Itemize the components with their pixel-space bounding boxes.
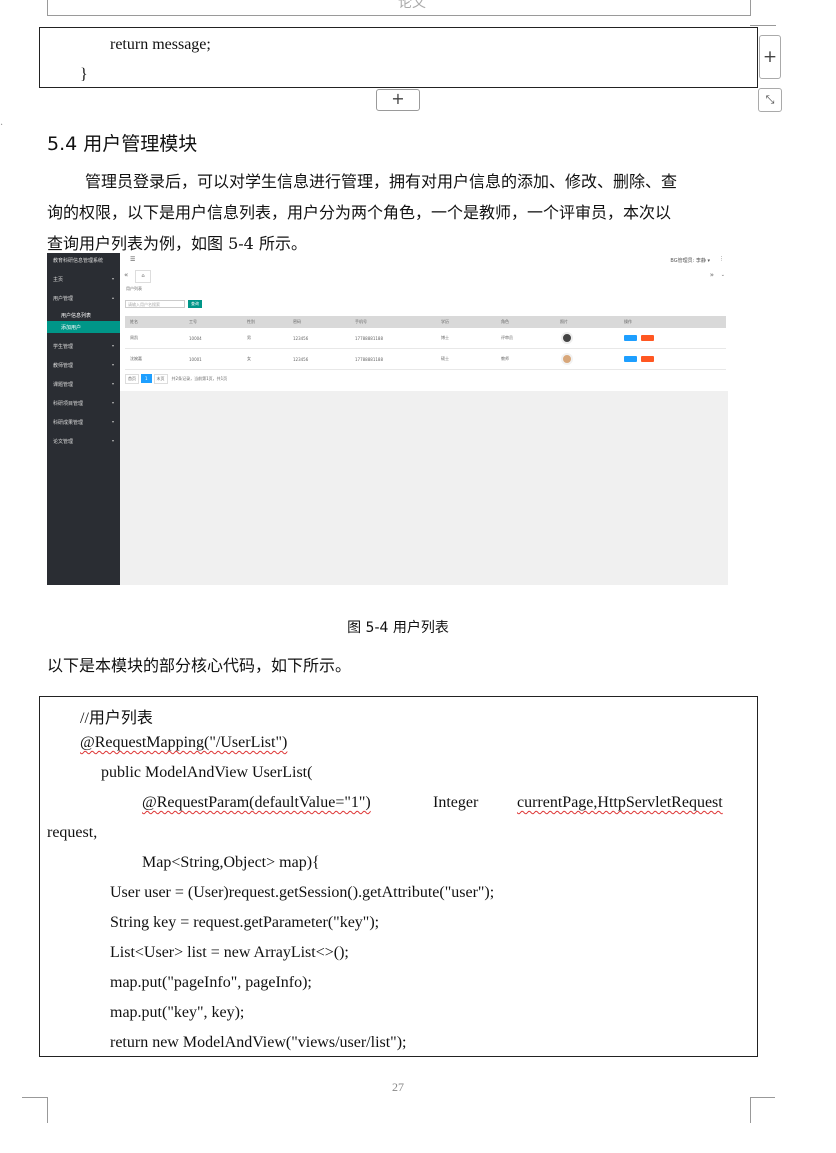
- crop-mark-bottom-left-v: [47, 1097, 48, 1123]
- crop-mark-bottom-left-h: [22, 1097, 47, 1098]
- sidebar-item-papers[interactable]: 论文管理 ▾: [47, 432, 120, 450]
- crop-mark-bottom-right-h: [750, 1097, 775, 1098]
- section-title: 5.4 用户管理模块: [47, 133, 198, 155]
- code-line: String key = request.getParameter("key")…: [110, 914, 380, 931]
- margin-mark: ·: [0, 120, 4, 131]
- sidebar-item-topics[interactable]: 课题管理 ▾: [47, 375, 120, 393]
- header-border-right: [750, 0, 751, 16]
- user-menu[interactable]: BG管理员: 李静 ▾: [670, 257, 710, 264]
- sidebar-item-students[interactable]: 学生管理 ▾: [47, 337, 120, 355]
- pagination: 首页 1 末页 共2条记录，当前第1页，共1页: [125, 373, 228, 384]
- code-line: return new ModelAndView("views/user/list…: [110, 1034, 407, 1051]
- intro-text: 以下是本模块的部分核心代码，如下所示。: [47, 656, 352, 675]
- body-paragraph: 管理员登录后，可以对学生信息进行管理，拥有对用户信息的添加、修改、删除、查 询的…: [47, 166, 757, 259]
- tab-dropdown-icon[interactable]: ⌄: [721, 272, 725, 278]
- code-line: List<User> list = new ArrayList<>();: [110, 944, 349, 961]
- expand-icon[interactable]: ⤡: [758, 88, 782, 112]
- code-line: public ModelAndView UserList(: [101, 764, 313, 781]
- search-input[interactable]: 请输入用户名搜索: [125, 300, 185, 308]
- sidebar: 教育科研信息管理系统 主页 ▾ 用户管理 ▴ 用户信息列表 添加用户 学生管理 ▾ 教…: [47, 253, 120, 585]
- app-title: 教育科研信息管理系统: [53, 258, 104, 264]
- table-row: 沈婉嘉 10001 女 123456 17788881188 硕士 教师: [125, 349, 726, 370]
- menu-icon[interactable]: ☰: [130, 256, 135, 263]
- sidebar-item-results[interactable]: 科研成果管理 ▾: [47, 413, 120, 431]
- code-line: //用户列表: [80, 710, 153, 727]
- page-first-button[interactable]: 首页: [125, 373, 139, 384]
- code-block-top: return message; }: [39, 27, 758, 88]
- table-row: 周凯 10004 男 123456 17788881188 博士 评审员: [125, 328, 726, 349]
- sidebar-item-home[interactable]: 主页 ▾: [47, 270, 120, 288]
- delete-button[interactable]: [641, 335, 654, 341]
- code-line: @RequestParam(defaultValue="1"): [142, 794, 371, 811]
- code-line: map.put("pageInfo", pageInfo);: [110, 974, 312, 991]
- code-line: }: [80, 66, 88, 83]
- code-line: User user = (User)request.getSession().g…: [110, 884, 495, 901]
- avatar: [561, 349, 573, 369]
- breadcrumb: 用户列表: [126, 286, 142, 291]
- header-border-left: [47, 0, 48, 16]
- figure-caption: 图 5-4 用户列表: [347, 620, 449, 636]
- table-header: 姓名 工号 性别 密码 手机号 学历 角色 照片 操作: [125, 316, 726, 328]
- avatar: [561, 328, 573, 348]
- more-icon[interactable]: ⋮: [719, 256, 724, 262]
- crop-mark-top-right: [750, 25, 776, 26]
- page-info: 共2条记录，当前第1页，共1页: [171, 375, 228, 381]
- code-line: return message;: [110, 36, 211, 53]
- page-current[interactable]: 1: [141, 374, 152, 383]
- sidebar-item-teachers[interactable]: 教师管理 ▾: [47, 356, 120, 374]
- code-line: @RequestMapping("/UserList"): [80, 734, 288, 751]
- page-number: 27: [392, 1080, 404, 1094]
- home-tab-icon[interactable]: ⌂: [135, 270, 151, 283]
- sidebar-sub-add-user[interactable]: 添加用户: [47, 321, 120, 333]
- add-row-button[interactable]: +: [376, 89, 420, 111]
- content-panel: 用户列表 请输入用户名搜索 查询 姓名 工号 性别 密码 手机号 学历 角色 照…: [120, 283, 728, 391]
- code-line: map.put("key", key);: [110, 1004, 245, 1021]
- header-line: [47, 15, 751, 16]
- delete-button[interactable]: [641, 356, 654, 362]
- code-line: currentPage,HttpServletRequest: [517, 794, 723, 811]
- code-line: Integer: [433, 794, 479, 811]
- tab-bar: « ⌂ » ⌄: [120, 269, 728, 284]
- tab-prev-icon[interactable]: «: [124, 271, 128, 279]
- paragraph-line: 管理员登录后，可以对学生信息进行管理，拥有对用户信息的添加、修改、删除、查: [85, 172, 678, 191]
- edit-button[interactable]: [624, 335, 637, 341]
- search-button[interactable]: 查询: [188, 300, 202, 308]
- paragraph-line: 询的权限，以下是用户信息列表，用户分为两个角色，一个是教师，一个评审员，本次以: [47, 203, 672, 222]
- crop-mark-bottom-right-v: [750, 1097, 751, 1123]
- add-row-side-button[interactable]: +: [759, 35, 781, 79]
- edit-button[interactable]: [624, 356, 637, 362]
- page-last-button[interactable]: 末页: [153, 373, 168, 384]
- code-line: request,: [47, 824, 98, 841]
- sidebar-sub-user-list[interactable]: 用户信息列表: [47, 309, 120, 321]
- code-line: Map<String,Object> map){: [142, 854, 320, 871]
- header-text: 论文: [398, 0, 426, 11]
- figure-screenshot: 教育科研信息管理系统 主页 ▾ 用户管理 ▴ 用户信息列表 添加用户 学生管理 ▾ 教…: [47, 253, 728, 585]
- sidebar-item-projects[interactable]: 科研项目管理 ▾: [47, 394, 120, 412]
- sidebar-item-users[interactable]: 用户管理 ▴: [47, 289, 120, 307]
- top-bar: ☰ BG管理员: 李静 ▾ ⋮: [120, 253, 728, 270]
- tab-next-icon[interactable]: »: [710, 271, 714, 279]
